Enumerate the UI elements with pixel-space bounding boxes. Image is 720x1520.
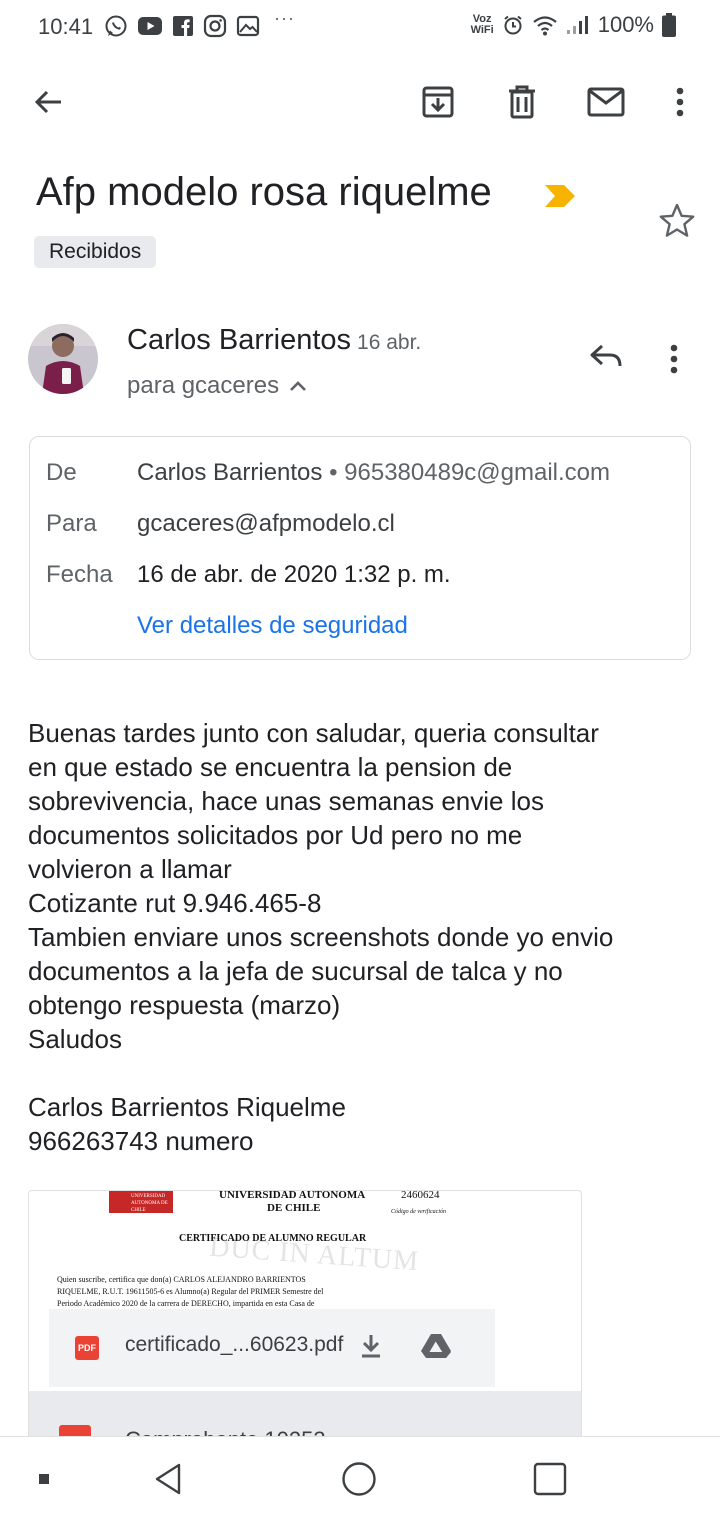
instagram-icon xyxy=(203,14,227,38)
security-details-link[interactable]: Ver detalles de seguridad xyxy=(137,612,408,640)
email-body: Buenas tardes junto con saludar, queria … xyxy=(28,716,698,1158)
body-line: volvieron a llamar xyxy=(28,854,232,884)
reply-button[interactable] xyxy=(588,342,624,377)
home-circle-icon xyxy=(342,1462,376,1496)
recipient-toggle[interactable]: para gcaceres xyxy=(127,372,307,400)
back-triangle-icon xyxy=(155,1463,181,1495)
university-logo: UNIVERSIDAD AUTONOMA DE CHILE xyxy=(109,1191,173,1213)
sender-name: Carlos Barrientos xyxy=(127,324,352,356)
star-icon[interactable] xyxy=(658,202,696,240)
body-line xyxy=(28,1056,698,1090)
email-date: 16 abr. xyxy=(357,331,422,354)
delete-button[interactable] xyxy=(502,82,542,122)
preview-heading: CERTIFICADO DE ALUMNO REGULAR xyxy=(179,1233,367,1244)
home-button[interactable] xyxy=(337,1457,381,1501)
status-indicators: Voz WiFi 100% xyxy=(471,12,676,38)
preview-line: Quien suscribe, certifica que don(a) CAR… xyxy=(57,1275,306,1284)
body-line: en que estado se encuentra la pension de xyxy=(28,752,513,782)
youtube-icon xyxy=(138,17,162,35)
recents-icon xyxy=(39,1474,49,1484)
mark-unread-button[interactable] xyxy=(586,82,626,122)
wifi-icon xyxy=(533,16,557,36)
from-email[interactable]: 965380489c@gmail.com xyxy=(344,459,610,486)
body-line: Carlos Barrientos Riquelme xyxy=(28,1092,346,1122)
notification-icons xyxy=(104,14,260,38)
avatar-photo xyxy=(28,324,98,394)
more-vert-icon xyxy=(676,87,684,117)
status-bar: 10:41 ··· Voz WiFi 100% xyxy=(0,0,720,56)
body-line: documentos a la jefa de sucursal de talc… xyxy=(28,956,563,986)
alarm-icon xyxy=(504,15,522,35)
overview-button[interactable] xyxy=(528,1457,572,1501)
message-more-button[interactable] xyxy=(670,344,678,379)
body-line: Saludos xyxy=(28,1024,122,1054)
email-subject: Afp modelo rosa riquelme xyxy=(36,170,492,214)
more-notifications-icon: ··· xyxy=(274,8,295,28)
more-vert-icon xyxy=(670,344,678,374)
facebook-icon xyxy=(173,16,193,36)
from-name: Carlos Barrientos xyxy=(137,459,323,486)
preview-code-label: Código de verificación xyxy=(391,1209,446,1215)
pdf-icon: PDF xyxy=(75,1336,99,1360)
drive-icon[interactable] xyxy=(421,1333,451,1359)
voz-wifi-indicator: Voz WiFi xyxy=(470,13,494,36)
battery-icon xyxy=(662,13,676,37)
download-icon[interactable] xyxy=(359,1333,383,1359)
back-button[interactable] xyxy=(28,82,68,122)
trash-icon xyxy=(509,85,535,119)
signal-icon xyxy=(566,16,588,34)
more-options-button[interactable] xyxy=(660,82,700,122)
status-time: 10:41 xyxy=(38,14,94,39)
attachment-pdf[interactable]: UNIVERSIDAD AUTONOMA DE CHILE UNIVERSIDA… xyxy=(49,1191,495,1387)
arrow-back-icon xyxy=(34,90,61,114)
to-value[interactable]: gcaceres@afpmodelo.cl xyxy=(137,510,395,538)
archive-button[interactable] xyxy=(418,82,458,122)
body-line: documentos solicitados por Ud pero no me xyxy=(28,820,523,850)
avatar[interactable] xyxy=(28,324,98,394)
nav-back-button[interactable] xyxy=(146,1457,190,1501)
mail-icon xyxy=(587,87,625,117)
sender-name-row: Carlos Barrientos 16 abr. xyxy=(127,324,421,357)
label-chip-inbox[interactable]: Recibidos xyxy=(34,236,157,268)
preview-country: DE CHILE xyxy=(267,1202,321,1214)
body-line: obtengo respuesta (marzo) xyxy=(28,990,341,1020)
body-line: sobrevivencia, hace unas semanas envie l… xyxy=(28,786,544,816)
recipient-line: para gcaceres xyxy=(127,372,280,399)
from-value: Carlos Barrientos • 965380489c@gmail.com xyxy=(137,459,610,487)
from-separator: • xyxy=(329,459,338,486)
recents-button[interactable] xyxy=(22,1457,66,1501)
preview-line: RIQUELME, R.U.T. 19611505-6 es Alumno(a)… xyxy=(57,1287,324,1296)
whatsapp-icon xyxy=(105,15,127,37)
overview-square-icon xyxy=(533,1462,567,1496)
top-toolbar xyxy=(0,70,720,134)
date-label: Fecha xyxy=(46,561,113,588)
gallery-icon xyxy=(236,15,260,37)
battery-percent: 100% xyxy=(597,12,654,37)
attachment-bar: PDF certificado_...60623.pdf xyxy=(49,1309,495,1387)
body-line: 966263743 numero xyxy=(28,1126,254,1156)
to-label: Para xyxy=(46,510,97,537)
preview-line: Periodo Académico 2020 de la carrera de … xyxy=(57,1299,315,1308)
body-line: Tambien enviare unos screenshots donde y… xyxy=(28,922,614,952)
body-line: Buenas tardes junto con saludar, queria … xyxy=(28,718,599,748)
important-marker-icon[interactable] xyxy=(544,184,576,208)
message-details: De Carlos Barrientos • 965380489c@gmail.… xyxy=(29,436,691,660)
system-navigation-bar xyxy=(0,1436,720,1520)
attachment-name: certificado_...60623.pdf xyxy=(125,1333,344,1356)
chevron-up-icon xyxy=(290,381,307,391)
attachment-preview: UNIVERSIDAD AUTONOMA DE CHILE UNIVERSIDA… xyxy=(49,1191,495,1309)
date-value: 16 de abr. de 2020 1:32 p. m. xyxy=(137,561,451,588)
reply-icon xyxy=(590,344,622,367)
preview-number: 2460624 xyxy=(401,1191,440,1201)
body-line: Cotizante rut 9.946.465-8 xyxy=(28,888,322,918)
preview-university: UNIVERSIDAD AUTONOMA xyxy=(219,1191,366,1201)
archive-icon xyxy=(422,86,454,118)
from-label: De xyxy=(46,459,77,486)
